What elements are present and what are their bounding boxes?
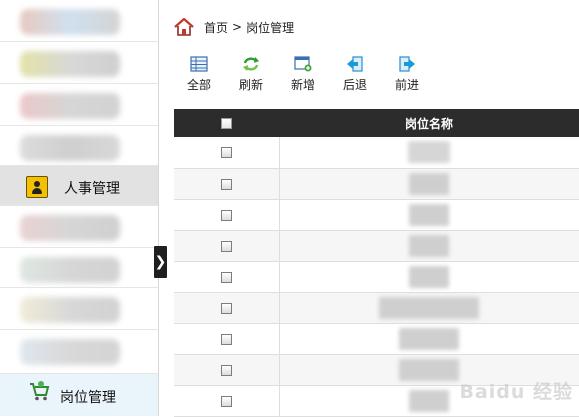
position-name-text — [409, 203, 450, 226]
row-checkbox[interactable] — [220, 302, 232, 314]
position-name-text — [408, 141, 451, 164]
forward-label: 前进 — [394, 78, 419, 92]
row-checkbox[interactable] — [220, 209, 232, 221]
table-row[interactable] — [174, 199, 579, 231]
row-select-cell — [174, 354, 280, 386]
position-name-text — [379, 296, 480, 319]
row-checkbox[interactable] — [220, 364, 232, 376]
refresh-icon — [243, 57, 259, 71]
home-icon[interactable] — [173, 17, 195, 37]
table-row[interactable] — [174, 230, 579, 262]
table-row[interactable] — [174, 292, 579, 324]
sidebar-collapse-toggle[interactable]: ❯ — [154, 246, 167, 278]
breadcrumb-home[interactable]: 首页 — [204, 19, 228, 36]
add-label: 新增 — [290, 78, 315, 92]
row-checkbox[interactable] — [220, 333, 232, 345]
table-header-row: 岗位名称 — [174, 109, 579, 137]
position-name-cell — [279, 261, 579, 293]
row-select-cell — [174, 199, 280, 231]
table-row[interactable] — [174, 323, 579, 355]
position-name-cell — [279, 230, 579, 262]
row-select-cell — [174, 323, 280, 355]
refresh-label: 刷新 — [238, 78, 263, 92]
sidebar-item-blurred-2[interactable] — [0, 42, 158, 84]
position-name-cell — [279, 354, 579, 386]
toolbar: 全部 刷新 新增 后退 前进 — [173, 56, 433, 93]
all-label: 全部 — [186, 78, 211, 92]
table-row[interactable] — [174, 261, 579, 293]
position-name-text — [399, 358, 460, 381]
row-select-cell — [174, 292, 280, 324]
row-checkbox[interactable] — [220, 395, 232, 407]
back-button[interactable]: 后退 — [329, 56, 381, 93]
sidebar-item-blurred-5[interactable] — [0, 206, 158, 248]
position-name-text — [409, 234, 450, 257]
back-label: 后退 — [342, 78, 367, 92]
position-name-cell — [279, 199, 579, 231]
row-select-cell — [174, 261, 280, 293]
sidebar-item-blurred-4[interactable] — [0, 126, 158, 166]
position-name-cell — [279, 137, 579, 169]
row-select-cell — [174, 168, 280, 200]
position-name-cell — [279, 385, 579, 417]
sidebar-item-label: 岗位管理 — [60, 390, 116, 406]
row-checkbox[interactable] — [220, 147, 232, 159]
sidebar: 人事管理 岗位管理 — [0, 0, 159, 416]
sidebar-item-blurred-7[interactable] — [0, 288, 158, 330]
position-name-header[interactable]: 岗位名称 — [279, 109, 579, 137]
position-name-text — [409, 172, 450, 195]
row-select-cell — [174, 385, 280, 417]
position-name-text — [409, 389, 450, 412]
forward-button[interactable]: 前进 — [381, 56, 433, 93]
back-arrow-icon — [347, 56, 363, 72]
table-row[interactable] — [174, 354, 579, 386]
refresh-button[interactable]: 刷新 — [225, 56, 277, 93]
row-checkbox[interactable] — [220, 178, 232, 190]
position-name-cell — [279, 168, 579, 200]
sidebar-item-blurred-6[interactable] — [0, 248, 158, 288]
breadcrumb-current: 岗位管理 — [246, 20, 295, 35]
breadcrumb-separator: > — [232, 20, 243, 34]
main-panel: 首页 > 岗位管理 全部 刷新 新增 后退 前进 岗位名称 Baidu 经验 — [159, 0, 579, 417]
sidebar-item-blurred-8[interactable] — [0, 330, 158, 374]
sidebar-item-hr[interactable]: 人事管理 — [0, 166, 158, 206]
select-all-checkbox[interactable] — [221, 118, 232, 129]
select-all-header — [174, 109, 279, 137]
table-row[interactable] — [174, 168, 579, 200]
table-row[interactable] — [174, 137, 579, 169]
row-select-cell — [174, 230, 280, 262]
cart-icon — [30, 381, 50, 401]
row-select-cell — [174, 137, 280, 169]
breadcrumb: 首页 > 岗位管理 — [173, 16, 294, 38]
add-window-icon — [294, 56, 312, 72]
add-button[interactable]: 新增 — [277, 56, 329, 93]
sidebar-item-position[interactable]: 岗位管理 — [0, 374, 158, 416]
sidebar-item-blurred-1[interactable] — [0, 0, 158, 42]
position-table: 岗位名称 — [174, 109, 579, 417]
all-button[interactable]: 全部 — [173, 56, 225, 93]
sidebar-item-blurred-3[interactable] — [0, 84, 158, 126]
position-name-text — [409, 265, 450, 288]
table-row[interactable] — [174, 385, 579, 417]
sidebar-item-label: 人事管理 — [64, 181, 120, 197]
row-checkbox[interactable] — [220, 240, 232, 252]
person-card-icon — [26, 176, 48, 198]
grid-list-icon — [190, 56, 208, 72]
forward-arrow-icon — [399, 56, 415, 72]
row-checkbox[interactable] — [220, 271, 232, 283]
position-name-cell — [279, 292, 579, 324]
position-name-text — [399, 327, 460, 350]
position-name-cell — [279, 323, 579, 355]
